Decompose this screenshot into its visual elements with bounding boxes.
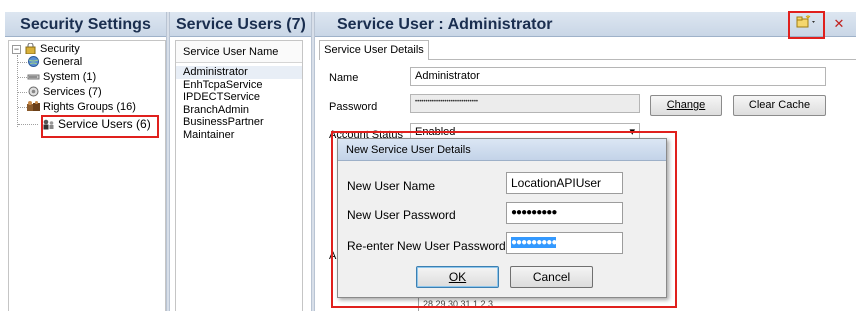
password-field[interactable]: •••••••••••••••••••••••••••••• — [410, 94, 640, 113]
tree-item-service-users[interactable]: Service Users (6) — [42, 118, 151, 131]
close-icon: ✕ — [833, 16, 845, 31]
dialog-title: New Service User Details — [338, 139, 666, 161]
service-users-header: Service Users (7) — [170, 12, 311, 37]
list-item[interactable]: BranchAdmin — [176, 104, 302, 117]
service-user-detail-title: Service User : Administrator — [337, 16, 553, 33]
partial-label: A — [329, 250, 337, 262]
calendar-partial: 28 29 30 31 1 2 3 — [418, 297, 638, 311]
tree-item-services[interactable]: Services (7) — [27, 86, 102, 99]
service-user-detail-header: Service User : Administrator — [315, 12, 856, 37]
ok-button[interactable]: OK — [416, 266, 499, 288]
tree-guide-line — [17, 55, 18, 127]
system-icon — [27, 74, 40, 80]
list-item[interactable]: BusinessPartner — [176, 116, 302, 129]
close-button[interactable]: ✕ — [830, 15, 848, 35]
rights-groups-icon — [27, 101, 40, 111]
new-user-password-input[interactable]: ●●●●●●●●● — [506, 202, 623, 224]
tab-service-user-details[interactable]: Service User Details — [319, 40, 429, 60]
tree-guide-line — [18, 92, 27, 93]
new-user-password-label: New User Password — [347, 208, 456, 222]
tree-item-rights-groups[interactable]: Rights Groups (16) — [27, 101, 136, 114]
new-user-name-input[interactable]: LocationAPIUser — [506, 172, 623, 194]
name-field[interactable]: Administrator — [410, 67, 826, 86]
column-header-service-user-name[interactable]: Service User Name — [176, 41, 302, 63]
tree-item-security[interactable]: Security — [24, 43, 80, 56]
splitter-left[interactable] — [166, 12, 170, 311]
service-users-list: Service User Name Administrator EnhTcpaS… — [175, 40, 303, 311]
lock-icon — [25, 43, 36, 54]
tree-guide-line — [18, 124, 38, 125]
password-label: Password — [329, 101, 378, 113]
collapse-icon[interactable]: − — [12, 45, 21, 54]
list-item-administrator[interactable]: Administrator — [176, 66, 302, 79]
globe-icon — [28, 56, 39, 67]
list-item[interactable]: Maintainer — [176, 129, 302, 142]
tree-guide-line — [18, 107, 27, 108]
reenter-password-input[interactable]: ●●●●●●●●● — [506, 232, 623, 254]
tree-guide-line — [18, 62, 27, 63]
security-settings-header: Security Settings — [5, 12, 166, 37]
security-tree: − Security General System (1) Services (… — [8, 40, 166, 311]
tree-item-general[interactable]: General — [27, 56, 82, 69]
list-item[interactable]: IPDECTService — [176, 91, 302, 104]
tree-guide-line — [18, 77, 27, 78]
new-service-user-dialog: New Service User Details New User Name L… — [337, 138, 667, 298]
tree-item-system[interactable]: System (1) — [27, 71, 96, 84]
clear-cache-button[interactable]: Clear Cache — [733, 95, 826, 116]
new-folder-icon — [796, 15, 815, 28]
new-user-button[interactable] — [794, 15, 820, 35]
users-icon — [43, 119, 54, 130]
splitter-right[interactable] — [311, 12, 315, 311]
cancel-button[interactable]: Cancel — [510, 266, 593, 288]
services-icon — [28, 86, 39, 97]
list-item[interactable]: EnhTcpaService — [176, 79, 302, 92]
name-label: Name — [329, 72, 359, 84]
reenter-password-label: Re-enter New User Password — [347, 239, 506, 253]
change-button[interactable]: Change — [650, 95, 722, 116]
new-user-name-label: New User Name — [347, 179, 436, 193]
